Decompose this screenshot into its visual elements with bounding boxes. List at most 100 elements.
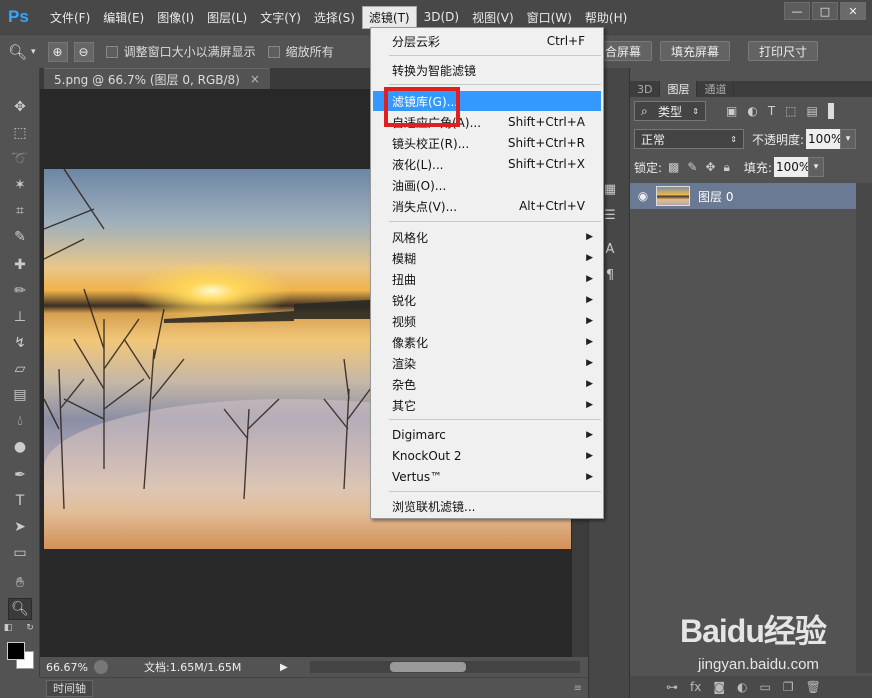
timeline-tab[interactable]: 时间轴 [46, 679, 93, 697]
new-group-icon[interactable]: ▭ [759, 680, 770, 694]
menu-item-lens-correction[interactable]: 镜头校正(R)... Shift+Ctrl+R [373, 133, 601, 153]
canvas-horizontal-scrollbar[interactable] [310, 661, 580, 673]
type-filter-icon[interactable]: T [768, 104, 775, 118]
shape-filter-icon[interactable]: ⬚ [785, 104, 796, 118]
adjustment-filter-icon[interactable]: ◐ [747, 104, 757, 118]
eyedropper-tool-icon[interactable]: ✎ [8, 226, 32, 248]
fill-dropdown-icon[interactable]: ▾ [807, 157, 824, 177]
shape-tool-icon[interactable]: ▭ [8, 542, 32, 564]
clone-stamp-tool-icon[interactable]: ⊥ [8, 306, 32, 328]
zoom-out-button[interactable]: ⊖ [73, 41, 94, 62]
menu-item-knockout[interactable]: KnockOut 2 ▶ [373, 446, 601, 466]
resize-windows-option[interactable]: 调整窗口大小以满屏显示 [105, 43, 256, 60]
close-button[interactable]: ✕ [840, 2, 866, 20]
zoom-all-checkbox[interactable] [267, 45, 280, 58]
visibility-eye-icon[interactable]: ◉ [630, 189, 656, 203]
menu-item-vertus[interactable]: Vertus™ ▶ [373, 467, 601, 487]
menu-item-convert-smart-filter[interactable]: 转换为智能滤镜 [373, 60, 601, 80]
menu-file[interactable]: 文件(F) [44, 7, 96, 28]
menu-image[interactable]: 图像(I) [151, 7, 200, 28]
minimize-button[interactable]: — [784, 2, 810, 20]
marquee-tool-icon[interactable]: ⬚ [8, 122, 32, 144]
type-tool-icon[interactable]: T [8, 490, 32, 512]
document-tab-close-icon[interactable]: × [250, 72, 260, 86]
blur-tool-icon[interactable]: 💧︎ [8, 410, 32, 432]
lock-transparency-icon[interactable]: ▩ [668, 160, 679, 174]
menu-item-oil-paint[interactable]: 油画(O)... [373, 175, 601, 195]
magic-wand-tool-icon[interactable]: ✶ [8, 174, 32, 196]
zoom-tool-icon[interactable]: 🔍︎ [8, 43, 27, 61]
brush-tool-icon[interactable]: ✏ [8, 280, 32, 302]
eraser-tool-icon[interactable]: ▱ [8, 358, 32, 380]
crop-tool-icon[interactable]: ⌗ [8, 200, 32, 222]
menu-edit[interactable]: 编辑(E) [97, 7, 150, 28]
opacity-dropdown-icon[interactable]: ▾ [840, 129, 857, 149]
adjustment-layer-icon[interactable]: ◐ [737, 680, 747, 694]
add-mask-icon[interactable]: ◙ [713, 680, 725, 694]
fill-input[interactable]: 100% [773, 157, 810, 177]
lock-position-icon[interactable]: ✥ [705, 160, 715, 174]
menu-type[interactable]: 文字(Y) [254, 7, 307, 28]
menu-item-sharpen[interactable]: 锐化 ▶ [373, 290, 601, 310]
gradient-tool-icon[interactable]: ▤ [8, 384, 32, 406]
path-selection-tool-icon[interactable]: ➤ [8, 516, 32, 538]
blend-mode-select[interactable]: 正常 ⇕ [634, 129, 744, 149]
menu-item-other[interactable]: 其它 ▶ [373, 395, 601, 415]
menu-item-browse-online-filters[interactable]: 浏览联机滤镜... [373, 496, 601, 516]
resize-windows-checkbox[interactable] [105, 45, 118, 58]
menu-item-noise[interactable]: 杂色 ▶ [373, 374, 601, 394]
layer-name[interactable]: 图层 0 [698, 188, 733, 205]
layer-filter-select[interactable]: ⌕ 类型 ⇕ [634, 101, 706, 121]
move-tool-icon[interactable]: ✥ [8, 96, 32, 118]
menu-item-digimarc[interactable]: Digimarc ▶ [373, 425, 601, 445]
delete-layer-icon[interactable]: 🗑︎ [806, 680, 821, 694]
tool-preset-dropdown-icon[interactable]: ▾ [31, 47, 36, 57]
dodge-tool-icon[interactable]: ● [8, 436, 32, 458]
smart-object-filter-icon[interactable]: ▤ [807, 104, 818, 118]
pen-tool-icon[interactable]: ✒ [8, 464, 32, 486]
tab-layers[interactable]: 图层 [660, 81, 698, 97]
pixel-filter-icon[interactable]: ▣ [726, 104, 737, 118]
menu-item-pixelate[interactable]: 像素化 ▶ [373, 332, 601, 352]
zoom-level-readout[interactable]: 66.67% [46, 661, 94, 674]
tab-3d[interactable]: 3D [630, 81, 661, 97]
print-size-button[interactable]: 打印尺寸 [748, 41, 819, 61]
restore-button[interactable]: □ [812, 2, 838, 20]
link-layers-icon[interactable]: ⊶ [666, 680, 678, 694]
layer-style-icon[interactable]: fx [690, 680, 701, 694]
menu-item-vanishing-point[interactable]: 消失点(V)... Alt+Ctrl+V [373, 196, 601, 216]
timeline-menu-icon[interactable]: ≡ [574, 683, 582, 694]
menu-help[interactable]: 帮助(H) [579, 7, 633, 28]
default-colors-icon[interactable]: ◧ [2, 622, 14, 634]
menu-item-render[interactable]: 渲染 ▶ [373, 353, 601, 373]
foreground-color-swatch[interactable] [7, 642, 25, 660]
menu-item-blur[interactable]: 模糊 ▶ [373, 248, 601, 268]
lock-all-icon[interactable]: 🔒︎ [724, 160, 730, 175]
menu-select[interactable]: 选择(S) [308, 7, 361, 28]
new-layer-icon[interactable]: ❐ [783, 680, 794, 694]
status-expand-icon[interactable]: ▶ [280, 662, 288, 673]
history-brush-tool-icon[interactable]: ↯ [8, 332, 32, 354]
opacity-input[interactable]: 100% [806, 129, 842, 149]
document-tab[interactable]: 5.png @ 66.7% (图层 0, RGB/8) × [44, 68, 270, 89]
fill-screen-button[interactable]: 填充屏幕 [660, 41, 731, 61]
horizontal-scroll-thumb[interactable] [390, 662, 466, 672]
lasso-tool-icon[interactable]: ➰ [8, 148, 32, 170]
menu-filter[interactable]: 滤镜(T) [361, 5, 417, 29]
menu-item-stylize[interactable]: 风格化 ▶ [373, 227, 601, 247]
lock-pixels-icon[interactable]: ✎ [687, 160, 697, 174]
menu-item-distort[interactable]: 扭曲 ▶ [373, 269, 601, 289]
tab-channels[interactable]: 通道 [697, 81, 735, 97]
filter-toggle-switch[interactable] [827, 103, 834, 119]
menu-3d[interactable]: 3D(D) [418, 8, 465, 26]
zoom-tool-icon[interactable]: 🔍︎ [8, 598, 32, 620]
swap-colors-icon[interactable]: ↻ [24, 622, 36, 634]
menu-window[interactable]: 窗口(W) [521, 7, 578, 28]
menu-item-liquify[interactable]: 液化(L)... Shift+Ctrl+X [373, 154, 601, 174]
menu-item-clouds[interactable]: 分层云彩 Ctrl+F [373, 31, 601, 51]
menu-item-video[interactable]: 视频 ▶ [373, 311, 601, 331]
zoom-in-button[interactable]: ⊕ [47, 41, 68, 62]
healing-brush-tool-icon[interactable]: ✚ [8, 254, 32, 276]
menu-view[interactable]: 视图(V) [466, 7, 520, 28]
layer-row[interactable]: ◉ 图层 0 [630, 183, 856, 209]
